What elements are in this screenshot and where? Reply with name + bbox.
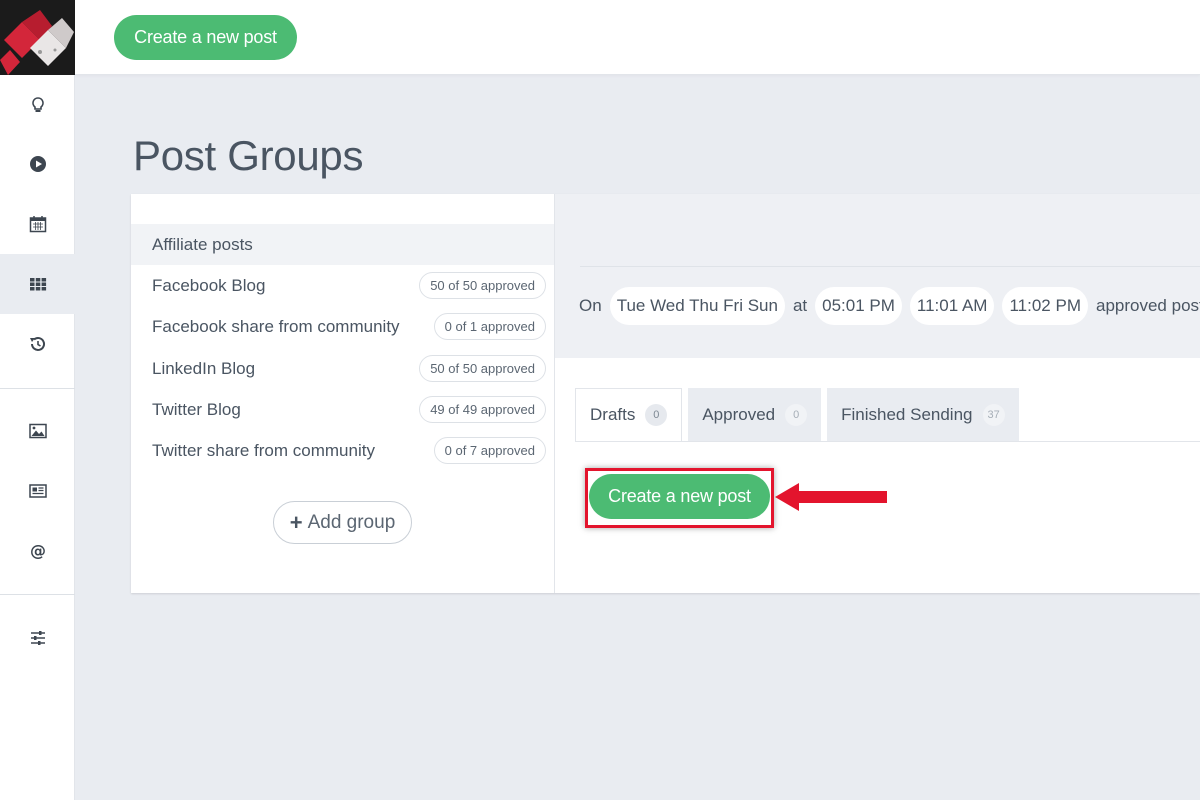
sidebar-item-history[interactable] bbox=[0, 314, 75, 374]
post-tabs: Drafts 0 Approved 0 Finished Sending 37 bbox=[575, 388, 1019, 441]
schedule-days-pill[interactable]: Tue Wed Thu Fri Sun bbox=[609, 287, 785, 325]
create-new-post-button[interactable]: Create a new post bbox=[589, 474, 770, 519]
group-item[interactable]: Facebook Blog 50 of 50 approved bbox=[131, 265, 554, 306]
approved-count-badge: 50 of 50 approved bbox=[419, 272, 546, 299]
sidebar-item-post-groups[interactable] bbox=[0, 254, 75, 314]
tab-count-badge: 0 bbox=[785, 403, 808, 426]
tab-count-badge: 0 bbox=[645, 404, 668, 426]
sidebar-item-settings[interactable] bbox=[0, 608, 75, 668]
calendar-icon bbox=[29, 216, 46, 233]
tab-count-badge: 37 bbox=[982, 403, 1005, 426]
approved-count-badge: 50 of 50 approved bbox=[419, 355, 546, 382]
plus-icon: + bbox=[289, 509, 303, 535]
group-item[interactable]: Facebook share from community 0 of 1 app… bbox=[131, 306, 554, 347]
sidebar-item-mentions[interactable]: @ bbox=[0, 521, 75, 581]
app-logo[interactable] bbox=[0, 0, 75, 75]
sidebar-divider bbox=[0, 594, 75, 595]
approved-count-badge: 0 of 7 approved bbox=[433, 437, 546, 464]
schedule-at-label: at bbox=[792, 296, 808, 315]
page-title: Post Groups bbox=[133, 132, 364, 179]
schedule-time-pill[interactable]: 11:01 AM bbox=[909, 287, 995, 325]
grid-icon bbox=[29, 278, 46, 291]
add-group-button[interactable]: + Add group bbox=[273, 501, 412, 544]
tab-label: Finished Sending bbox=[841, 404, 973, 424]
post-groups-panel: Affiliate posts Facebook Blog 50 of 50 a… bbox=[131, 194, 1200, 593]
logo-icon bbox=[0, 0, 75, 75]
group-name: Twitter Blog bbox=[152, 399, 241, 419]
play-circle-icon bbox=[29, 156, 46, 172]
divider bbox=[580, 266, 1200, 267]
group-item[interactable]: Twitter Blog 49 of 49 approved bbox=[131, 389, 554, 430]
add-group-label: Add group bbox=[307, 511, 396, 533]
history-icon bbox=[29, 336, 45, 351]
sidebar: @ bbox=[0, 0, 75, 800]
sidebar-item-play[interactable] bbox=[0, 134, 75, 194]
tab-drafts[interactable]: Drafts 0 bbox=[575, 388, 683, 441]
svg-text:@: @ bbox=[30, 541, 46, 560]
sidebar-divider bbox=[0, 388, 75, 389]
group-list: Affiliate posts Facebook Blog 50 of 50 a… bbox=[131, 194, 555, 593]
group-item[interactable]: LinkedIn Blog 50 of 50 approved bbox=[131, 348, 554, 389]
sidebar-item-media[interactable] bbox=[0, 401, 75, 461]
tab-label: Drafts bbox=[590, 405, 636, 424]
image-icon bbox=[28, 423, 47, 439]
schedule-time-pill[interactable]: 05:01 PM bbox=[815, 287, 902, 325]
schedule-area: On Tue Wed Thu Fri Sun at 05:01 PM 11:01… bbox=[555, 194, 1200, 358]
group-item[interactable]: Twitter share from community 0 of 7 appr… bbox=[131, 430, 554, 471]
create-new-post-button[interactable]: Create a new post bbox=[114, 15, 297, 60]
group-item[interactable]: Affiliate posts bbox=[131, 224, 554, 265]
approved-count-badge: 49 of 49 approved bbox=[419, 396, 546, 423]
schedule-time-pill[interactable]: 11:02 PM bbox=[1002, 287, 1088, 325]
newspaper-icon bbox=[28, 484, 47, 498]
arrow-left-icon bbox=[775, 483, 887, 511]
schedule-suffix: approved posts will bbox=[1096, 296, 1200, 315]
lightbulb-icon bbox=[31, 97, 44, 112]
group-detail: On Tue Wed Thu Fri Sun at 05:01 PM 11:01… bbox=[555, 194, 1200, 593]
tabs-divider bbox=[575, 441, 1200, 442]
sidebar-item-content[interactable] bbox=[0, 461, 75, 521]
group-name: Facebook share from community bbox=[152, 316, 400, 336]
tab-label: Approved bbox=[702, 404, 776, 424]
tab-approved[interactable]: Approved 0 bbox=[688, 388, 822, 441]
group-name: Facebook Blog bbox=[152, 275, 266, 295]
schedule-row: On Tue Wed Thu Fri Sun at 05:01 PM 11:01… bbox=[579, 286, 1200, 326]
approved-count-badge: 0 of 1 approved bbox=[433, 313, 546, 340]
group-name: Twitter share from community bbox=[152, 440, 375, 460]
group-name: Affiliate posts bbox=[152, 234, 253, 254]
sidebar-item-calendar[interactable] bbox=[0, 194, 75, 254]
schedule-on-label: On bbox=[579, 296, 602, 315]
top-bar: Create a new post bbox=[75, 0, 1200, 75]
sidebar-item-ideas[interactable] bbox=[0, 75, 75, 135]
tab-finished-sending[interactable]: Finished Sending 37 bbox=[827, 388, 1019, 441]
group-name: LinkedIn Blog bbox=[152, 358, 256, 378]
at-icon: @ bbox=[30, 541, 46, 560]
sliders-icon bbox=[30, 631, 45, 645]
